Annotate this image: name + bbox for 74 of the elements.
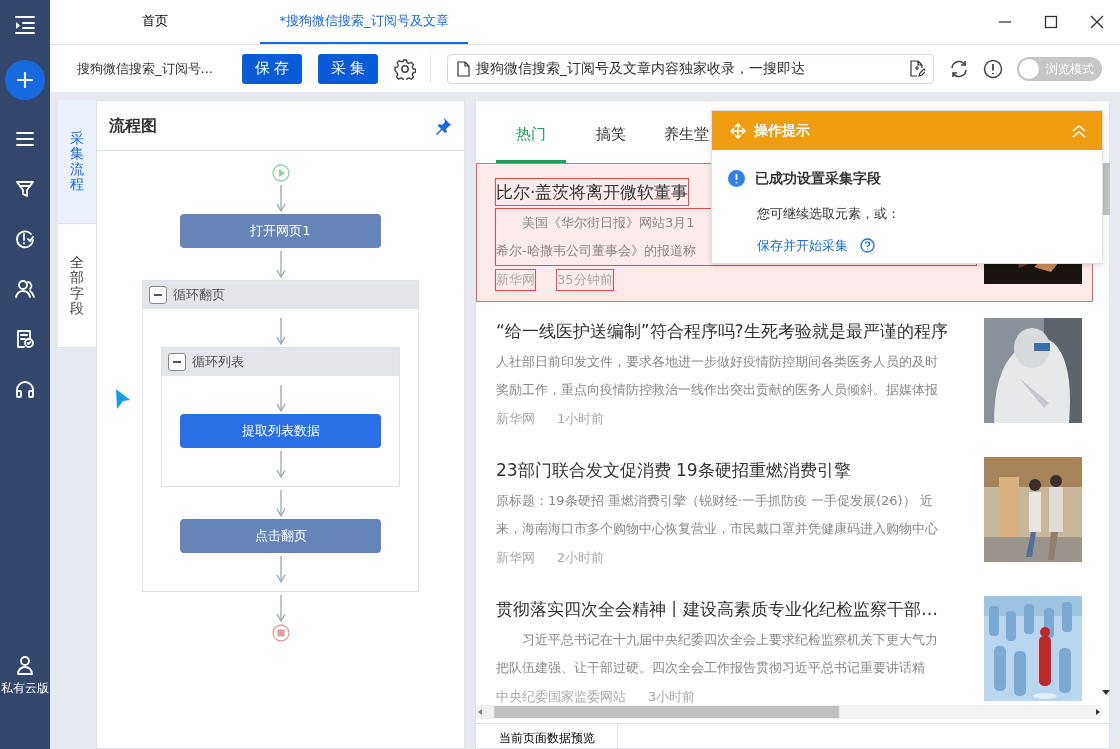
- flow-arrow: [274, 316, 287, 346]
- plus-icon: [16, 71, 34, 89]
- cursor-icon: [115, 388, 131, 410]
- side-tab[interactable]: 全部字段: [58, 224, 96, 348]
- article-source: 新华网: [496, 270, 535, 290]
- summary-line: 美国《华尔街日报》网站3月1: [521, 214, 695, 232]
- article-time: 1小时前: [557, 410, 605, 428]
- add-button[interactable]: [5, 60, 45, 100]
- scrollbar-thumb[interactable]: [494, 706, 839, 718]
- summary-line: 原标题：19条硬招 重燃消费引擎（锐财经·一手抓防疫 一手促发展(26)） 近: [496, 492, 933, 510]
- article-time: 35分钟前: [557, 270, 613, 290]
- article-title[interactable]: 比尔·盖茨将离开微软董事: [496, 179, 689, 205]
- flow-arrow: [274, 249, 287, 279]
- article-time: 2小时前: [557, 549, 605, 567]
- category-tab[interactable]: 搞笑: [586, 121, 636, 163]
- refresh-icon[interactable]: [949, 58, 969, 79]
- document-check-icon[interactable]: [14, 328, 36, 350]
- headset-icon[interactable]: [14, 378, 36, 400]
- article-title[interactable]: 23部门联合发文促消费 19条硬招重燃消费引擎: [496, 457, 851, 483]
- collapse-toggle[interactable]: [149, 286, 167, 304]
- article-source: 中央纪委国家监委网站: [496, 688, 626, 705]
- users-icon[interactable]: [14, 278, 36, 300]
- settings-icon[interactable]: [394, 57, 416, 80]
- loop-label: 循环列表: [192, 353, 244, 372]
- category-tab[interactable]: 养生堂: [656, 121, 716, 163]
- flow-arrow: [274, 554, 287, 584]
- flow-arrow: [274, 383, 287, 413]
- scroll-down-icon[interactable]: [1102, 690, 1110, 696]
- flow-arrow: [274, 183, 287, 213]
- panel-title: 流程图: [109, 114, 157, 137]
- info-icon: [728, 169, 745, 187]
- start-icon[interactable]: [271, 164, 290, 182]
- flow-arrow: [274, 488, 287, 518]
- alert-icon[interactable]: [983, 58, 1003, 79]
- document-tab[interactable]: 首页: [105, 0, 205, 44]
- summary-line: 把队伍建强、让干部过硬。四次全会工作报告贯彻习近平总书记重要讲话精: [496, 659, 925, 677]
- article-title[interactable]: 贯彻落实四次全会精神丨建设高素质专业化纪检监察干部…: [496, 596, 938, 622]
- flow-step[interactable]: 点击翻页: [180, 519, 381, 553]
- article-source: 新华网: [496, 410, 535, 428]
- close-icon[interactable]: [1090, 15, 1104, 29]
- summary-line: 人社部日前印发文件，要求各地进一步做好疫情防控期间各类医务人员的及时: [496, 353, 938, 371]
- maximize-icon[interactable]: [1044, 15, 1058, 29]
- article-title[interactable]: “给一线医护送编制”符合程序吗?生死考验就是最严谨的程序: [496, 318, 948, 344]
- summary-line: 希尔-哈撒韦公司董事会》的报道称: [496, 242, 696, 260]
- save-button[interactable]: 保 存: [242, 53, 302, 84]
- menu-collapse-icon[interactable]: [14, 15, 36, 35]
- pin-icon[interactable]: [434, 116, 452, 135]
- user-icon[interactable]: [15, 655, 35, 675]
- flow-arrow: [274, 593, 287, 623]
- popup-title: 操作提示: [754, 121, 811, 140]
- url-field[interactable]: 搜狗微信搜索_订阅号及文章内容独家收录，一搜即达: [447, 53, 934, 84]
- task-name: 搜狗微信搜索_订阅号...: [77, 59, 214, 78]
- help-icon[interactable]: [860, 238, 875, 253]
- flow-step[interactable]: 打开网页1: [180, 214, 381, 248]
- side-tab[interactable]: 采集流程: [58, 100, 96, 224]
- edit-document-icon[interactable]: [909, 60, 925, 77]
- popup-message: 已成功设置采集字段: [755, 169, 881, 188]
- save-and-start-link[interactable]: 保存并开始采集: [757, 235, 848, 256]
- article-source: 新华网: [496, 549, 535, 567]
- vertical-scrollbar[interactable]: [1103, 163, 1110, 215]
- flow-arrow: [274, 449, 287, 479]
- flow-step[interactable]: 提取列表数据: [180, 414, 381, 448]
- summary-line: 习近平总书记在十九届中央纪委四次全会上要求纪检监察机关下更大气力: [521, 631, 938, 649]
- clock-icon[interactable]: [14, 228, 36, 250]
- summary-line: 来，海南海口市多个购物中心恢复营业，市民戴口罩并凭健康码进入购物中心: [496, 520, 938, 538]
- popup-hint: 您可继续选取元素，或：: [757, 205, 901, 224]
- article-time: 3小时前: [648, 688, 696, 705]
- edition-label: 私有云版: [1, 680, 49, 697]
- document-icon: [456, 60, 470, 77]
- collect-button[interactable]: 采 集: [318, 53, 378, 84]
- summary-line: 奖励工作，重点向疫情防控救治一线作出突出贡献的医务人员倾斜。据媒体报: [496, 381, 938, 399]
- collapse-toggle[interactable]: [168, 353, 186, 371]
- loop-label: 循环翻页: [173, 286, 225, 305]
- funnel-icon[interactable]: [14, 178, 36, 200]
